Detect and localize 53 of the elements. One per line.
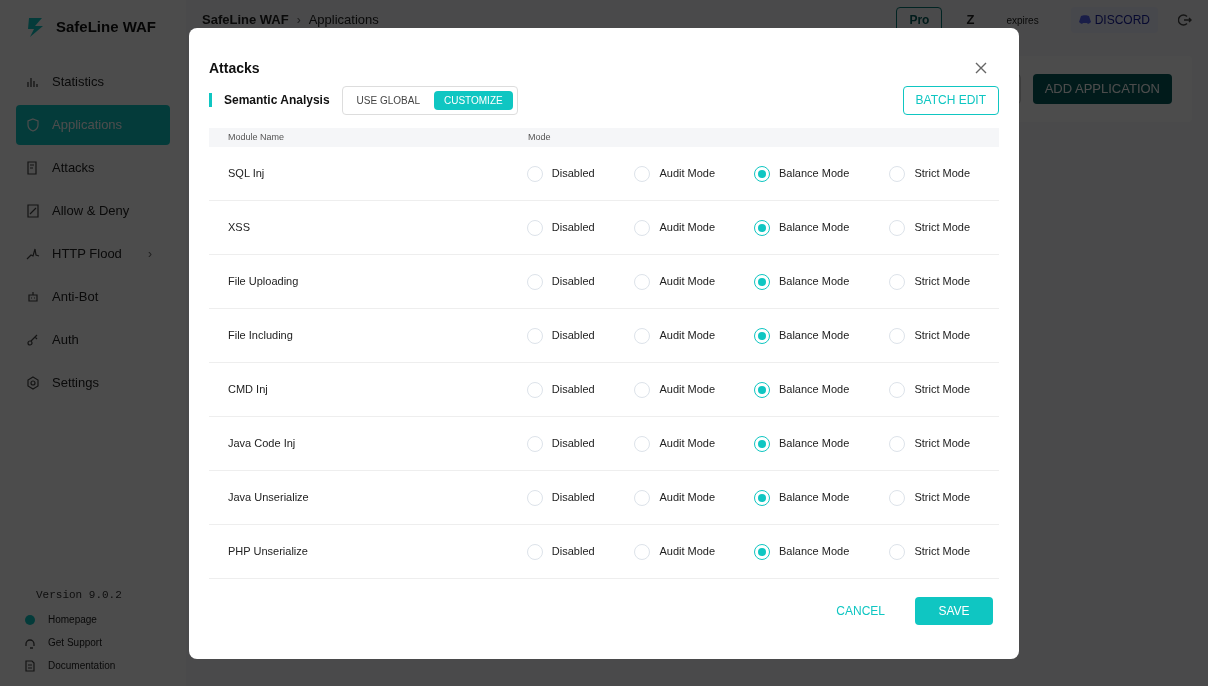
radio-label[interactable]: Balance Mode [778,543,850,560]
radio-label[interactable]: Disabled [551,273,595,290]
module-name: CMD Inj [228,382,269,398]
radio-label[interactable]: Strict Mode [914,165,971,182]
radio-label[interactable]: Disabled [551,165,595,182]
module-name: Java Unserialize [228,490,310,506]
radio-label[interactable]: Audit Mode [659,435,716,452]
radio-label[interactable]: Balance Mode [778,273,850,290]
radio-label[interactable]: Strict Mode [914,273,971,290]
module-name: SQL Inj [228,166,266,182]
radio-label[interactable]: Strict Mode [914,381,971,398]
radio-label[interactable]: Balance Mode [778,219,850,236]
close-icon[interactable] [975,62,987,74]
radio-label[interactable]: Audit Mode [659,381,716,398]
module-name: PHP Unserialize [228,544,309,560]
chevron-icon: › [296,11,301,29]
column-header: Mode [528,130,551,144]
radio-label[interactable]: Strict Mode [914,219,971,236]
radio-label[interactable]: Balance Mode [778,381,850,398]
chevron-icon: › [148,245,152,263]
radio-label[interactable]: Disabled [551,435,595,452]
toggle-option[interactable]: USE GLOBAL [346,90,430,110]
breadcrumb-current: Applications [308,11,379,30]
radio-label[interactable]: Audit Mode [659,543,716,560]
user-initial: Z [966,11,975,30]
radio-label[interactable]: Audit Mode [659,273,716,290]
radio-label[interactable]: Audit Mode [659,219,716,236]
radio-label[interactable]: Disabled [551,327,595,344]
module-name: XSS [228,220,251,236]
radio-label[interactable]: Disabled [551,219,595,236]
radio-label[interactable]: Strict Mode [914,489,971,506]
radio-label[interactable]: Strict Mode [914,327,971,344]
radio-label[interactable]: Disabled [551,489,595,506]
radio-label[interactable]: Balance Mode [778,435,850,452]
radio-label[interactable]: Strict Mode [914,543,971,560]
column-header: Module Name [228,130,286,144]
version-text: Version 9.0.2 [36,587,123,603]
app-logo: SafeLine WAF [56,16,156,37]
module-name: File Uploading [228,274,300,290]
radio-label[interactable]: Balance Mode [778,165,850,182]
radio-label[interactable]: Audit Mode [659,489,716,506]
module-name: Java Code Inj [228,436,297,452]
radio-label[interactable]: Disabled [551,381,595,398]
radio-label[interactable]: Audit Mode [659,327,716,344]
expiry-text: expires [1006,13,1039,28]
radio-label[interactable]: Strict Mode [914,435,971,452]
dialog-title: Attacks [209,58,260,78]
module-name: File Including [228,328,294,344]
section-title: Semantic Analysis [224,92,330,109]
radio-label[interactable]: Balance Mode [778,489,850,506]
radio-label[interactable]: Balance Mode [778,327,850,344]
radio-label[interactable]: Disabled [551,543,595,560]
radio-label[interactable]: Audit Mode [659,165,716,182]
